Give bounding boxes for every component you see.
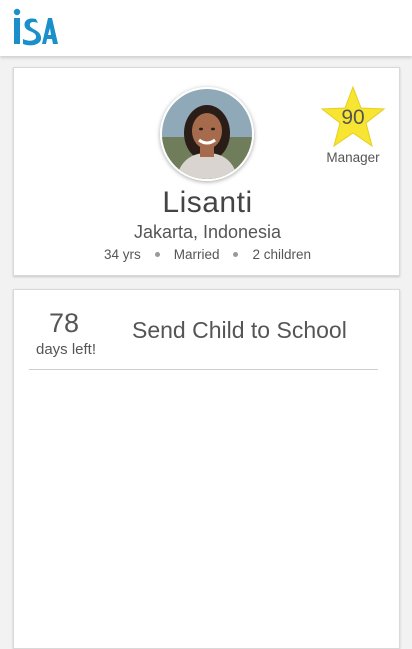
role-label: Manager: [326, 150, 380, 165]
profile-card[interactable]: Lisanti Jakarta, Indonesia 34 yrs Married…: [13, 67, 400, 276]
top-app-bar: [0, 0, 412, 56]
divider: [29, 369, 378, 370]
profile-location: Jakarta, Indonesia: [133, 222, 282, 242]
isa-logo[interactable]: [12, 8, 58, 48]
separator-dot: [233, 251, 239, 257]
goal-card[interactable]: 78 days left! Send Child to School: [13, 289, 400, 649]
goal-title[interactable]: Send Child to School: [132, 317, 347, 344]
score-value: 90: [341, 106, 365, 129]
days-left-label: days left!: [35, 341, 97, 358]
profile-name: Lisanti: [162, 186, 253, 219]
profile-age: 34 yrs: [103, 247, 141, 262]
profile-meta: 34 yrs Married 2 children: [14, 247, 401, 262]
profile-avatar[interactable]: [160, 87, 254, 181]
separator-dot: [154, 251, 160, 257]
days-left-count: 78: [48, 308, 80, 338]
profile-children: 2 children: [252, 247, 312, 262]
profile-marital-status: Married: [173, 247, 220, 262]
